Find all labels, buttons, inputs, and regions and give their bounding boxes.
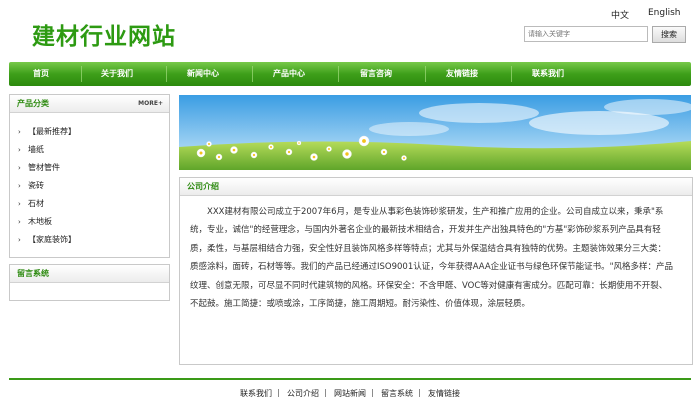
category-item[interactable]: › 【最新推荐】 [18, 126, 76, 137]
search-button[interactable]: 搜索 [652, 26, 686, 43]
bullet-arrow-icon: › [18, 182, 21, 190]
category-label: 管材管件 [28, 163, 60, 172]
category-item[interactable]: › 瓷砖 [18, 180, 44, 191]
category-label: 【家庭装饰】 [28, 235, 76, 244]
category-label: 墙纸 [28, 145, 44, 154]
category-item[interactable]: › 管材管件 [18, 162, 60, 173]
nav-news[interactable]: 新闻中心 [187, 62, 219, 86]
bullet-arrow-icon: › [18, 218, 21, 226]
category-item[interactable]: › 木地板 [18, 216, 52, 227]
footer-divider [9, 378, 691, 380]
nav-divider [81, 66, 82, 82]
footer-separator: | [371, 388, 374, 397]
panel-title: 产品分类 [17, 99, 49, 108]
nav-about[interactable]: 关于我们 [101, 62, 133, 86]
panel-title[interactable]: 留言系统 [17, 268, 49, 279]
nav-divider [338, 66, 339, 82]
category-label: 瓷砖 [28, 181, 44, 190]
bullet-arrow-icon: › [18, 164, 21, 172]
panel-header: 产品分类 MORE+ [10, 95, 169, 113]
nav-products[interactable]: 产品中心 [273, 62, 305, 86]
banner-meadow-graphic [179, 95, 691, 170]
company-intro-text: XXX建材有限公司成立于2007年6月，是专业从事彩色装饰砂浆研发，生产和推广应… [190, 207, 674, 310]
footer-link-news[interactable]: 网站新闻 [334, 388, 366, 399]
guestbook-panel: 留言系统 [9, 264, 170, 301]
company-intro-panel: 公司介绍 XXX建材有限公司成立于2007年6月，是专业从事彩色装饰砂浆研发，生… [179, 177, 693, 365]
category-item[interactable]: › 石材 [18, 198, 44, 209]
footer-link-contact[interactable]: 联系我们 [240, 388, 272, 399]
footer-link-about[interactable]: 公司介绍 [287, 388, 319, 399]
nav-divider [425, 66, 426, 82]
nav-divider [252, 66, 253, 82]
panel-header: 公司介绍 [180, 178, 692, 196]
nav-guestbook[interactable]: 留言咨询 [360, 62, 392, 86]
bullet-arrow-icon: › [18, 146, 21, 154]
main-nav: 首页 关于我们 新闻中心 产品中心 留言咨询 友情链接 联系我们 [9, 62, 691, 86]
bullet-arrow-icon: › [18, 236, 21, 244]
bullet-arrow-icon: › [18, 200, 21, 208]
more-link[interactable]: MORE+ [138, 100, 163, 107]
banner-image [179, 95, 691, 170]
footer-separator: | [418, 388, 421, 397]
bullet-arrow-icon: › [18, 128, 21, 136]
footer-link-guestbook[interactable]: 留言系统 [381, 388, 413, 399]
nav-home[interactable]: 首页 [33, 62, 49, 86]
category-label: 石材 [28, 199, 44, 208]
search-input[interactable] [524, 26, 648, 42]
site-title[interactable]: 建材行业网站 [32, 17, 176, 51]
panel-header: 留言系统 [10, 265, 169, 283]
nav-contact[interactable]: 联系我们 [532, 62, 564, 86]
category-label: 【最新推荐】 [28, 127, 76, 136]
footer-separator: | [324, 388, 327, 397]
product-categories-panel: 产品分类 MORE+ › 【最新推荐】 › 墙纸 › 管材管件 › 瓷砖 › 石材 › 木地… [9, 94, 170, 258]
category-item[interactable]: › 墙纸 [18, 144, 44, 155]
panel-title: 公司介绍 [187, 182, 219, 191]
footer-link-friends[interactable]: 友情链接 [428, 388, 460, 399]
lang-chinese-link[interactable]: 中文 [611, 8, 629, 21]
lang-english-link[interactable]: English [648, 8, 681, 18]
nav-divider [511, 66, 512, 82]
footer-separator: | [277, 388, 280, 397]
category-label: 木地板 [28, 217, 52, 226]
category-item[interactable]: › 【家庭装饰】 [18, 234, 76, 245]
nav-links[interactable]: 友情链接 [446, 62, 478, 86]
nav-divider [166, 66, 167, 82]
